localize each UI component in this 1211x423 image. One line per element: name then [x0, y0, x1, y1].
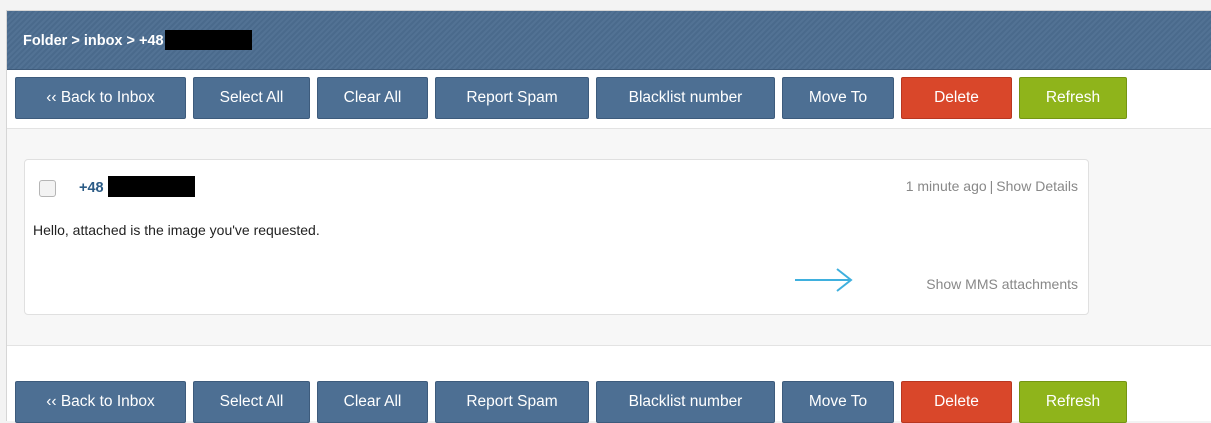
- message-meta: 1 minute ago | Show Details: [906, 178, 1078, 194]
- report-spam-button[interactable]: Report Spam: [435, 77, 589, 119]
- redacted-sender: [107, 176, 195, 197]
- message-view: Folder > inbox > +48 ‹‹ Back to Inbox Se…: [6, 10, 1211, 423]
- message-card: +48 1 minute ago | Show Details Hello, att…: [24, 159, 1089, 315]
- sender[interactable]: +48: [79, 176, 195, 197]
- sender-number: +48: [79, 180, 104, 196]
- back-to-inbox-button[interactable]: ‹‹ Back to Inbox: [15, 381, 186, 423]
- select-all-button[interactable]: Select All: [193, 381, 310, 423]
- message-checkbox[interactable]: [39, 180, 56, 197]
- blacklist-number-button[interactable]: Blacklist number: [596, 77, 775, 119]
- breadcrumb: Folder > inbox > +48: [23, 30, 252, 50]
- delete-button[interactable]: Delete: [901, 77, 1012, 119]
- refresh-button[interactable]: Refresh: [1019, 77, 1127, 119]
- show-mms-attachments-link[interactable]: Show MMS attachments: [926, 276, 1078, 292]
- message-time: 1 minute ago: [905, 178, 987, 194]
- arrow-right-icon: [795, 268, 853, 292]
- message-body: Hello, attached is the image you've requ…: [33, 222, 320, 238]
- clear-all-button[interactable]: Clear All: [317, 77, 428, 119]
- clear-all-button[interactable]: Clear All: [317, 381, 428, 423]
- report-spam-button[interactable]: Report Spam: [435, 381, 589, 423]
- delete-button[interactable]: Delete: [901, 381, 1012, 423]
- show-details-link[interactable]: Show Details: [996, 178, 1078, 194]
- top-toolbar: ‹‹ Back to Inbox Select All Clear All Re…: [15, 77, 1134, 119]
- back-to-inbox-button[interactable]: ‹‹ Back to Inbox: [15, 77, 186, 119]
- redacted-number: [164, 30, 252, 50]
- move-to-button[interactable]: Move To: [782, 381, 894, 423]
- breadcrumb-text: Folder > inbox > +48: [23, 33, 164, 49]
- select-all-button[interactable]: Select All: [193, 77, 310, 119]
- refresh-button[interactable]: Refresh: [1019, 381, 1127, 423]
- meta-separator: |: [989, 178, 994, 194]
- blacklist-number-button[interactable]: Blacklist number: [596, 381, 775, 423]
- move-to-button[interactable]: Move To: [782, 77, 894, 119]
- message-panel: +48 1 minute ago | Show Details Hello, att…: [7, 128, 1211, 346]
- header-bar: Folder > inbox > +48: [7, 11, 1211, 70]
- bottom-toolbar: ‹‹ Back to Inbox Select All Clear All Re…: [15, 381, 1134, 423]
